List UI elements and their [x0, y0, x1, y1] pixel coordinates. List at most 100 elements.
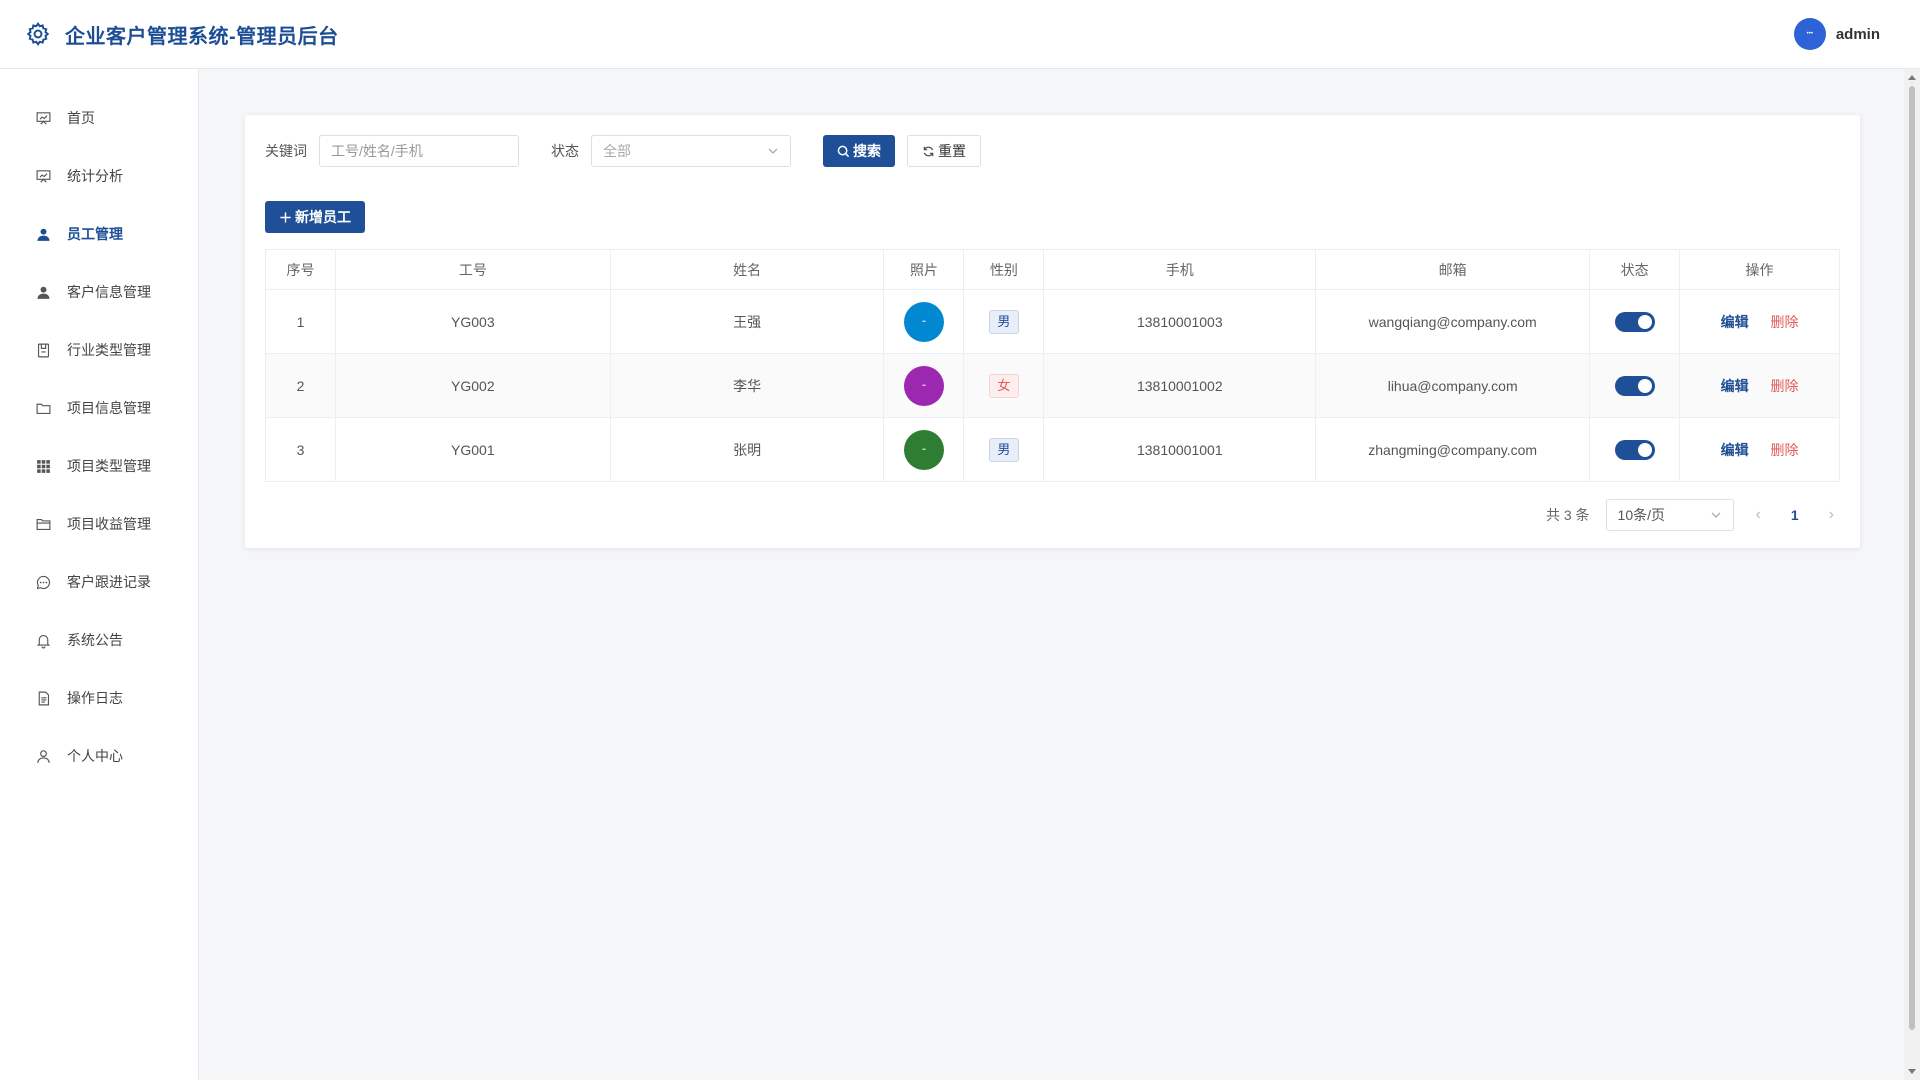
sidebar-item-label: 行业类型管理: [67, 342, 151, 358]
employee-email: zhangming@company.com: [1315, 417, 1591, 482]
employee-id: YG001: [334, 417, 611, 482]
edit-button[interactable]: 编辑: [1721, 442, 1749, 458]
sidebar-item-home[interactable]: 首页: [0, 89, 198, 147]
edit-button[interactable]: 编辑: [1721, 378, 1749, 394]
employee-id: YG002: [334, 353, 611, 418]
avatar[interactable]: •••: [1793, 18, 1826, 50]
search-button[interactable]: 搜索: [823, 135, 895, 167]
employee-phone: 13810001001: [1043, 417, 1317, 482]
sidebar-item-profile[interactable]: 个人中心: [0, 727, 198, 785]
brand: 企业客户管理系统-管理员后台: [25, 20, 339, 49]
page-number[interactable]: 1: [1783, 507, 1807, 523]
status-toggle[interactable]: [1614, 375, 1655, 396]
employee-name: 张明: [609, 417, 885, 482]
column-header: 工号: [334, 249, 611, 290]
document-icon: [38, 691, 50, 705]
reset-button[interactable]: 重置: [907, 135, 981, 167]
column-header: 状态: [1589, 249, 1681, 290]
reset-button-label: 重置: [938, 143, 966, 159]
sidebar-item-project-types[interactable]: 项目类型管理: [0, 437, 198, 495]
status-label: 状态: [551, 143, 579, 159]
prev-page-button[interactable]: ‹: [1750, 506, 1767, 524]
column-header: 序号: [265, 249, 336, 290]
column-header: 邮箱: [1315, 249, 1591, 290]
page-scrollbar[interactable]: [1904, 69, 1920, 1080]
gender-tag: 男: [988, 309, 1019, 334]
employee-name: 王强: [609, 289, 885, 354]
delete-button[interactable]: 删除: [1770, 378, 1798, 394]
column-header: 性别: [963, 249, 1045, 290]
status-select[interactable]: 全部: [591, 135, 791, 167]
employee-photo[interactable]: ••: [903, 301, 944, 342]
user-icon: [37, 228, 50, 241]
delete-button[interactable]: 删除: [1770, 442, 1798, 458]
user-icon: [37, 286, 50, 299]
table-row: 1 YG003 王强 •• 男 13810001003 wangqiang@co…: [265, 289, 1840, 354]
grid-icon: [37, 459, 50, 473]
keyword-input[interactable]: 工号/姓名/手机: [319, 135, 519, 167]
sidebar-item-projects[interactable]: 项目信息管理: [0, 379, 198, 437]
sidebar-item-operation-logs[interactable]: 操作日志: [0, 669, 198, 727]
employee-phone: 13810001003: [1043, 289, 1317, 354]
sidebar-item-label: 统计分析: [67, 168, 123, 184]
sidebar-item-customers[interactable]: 客户信息管理: [0, 263, 198, 321]
user-outline-icon: [37, 749, 50, 763]
sidebar-item-statistics[interactable]: 统计分析: [0, 147, 198, 205]
edit-button[interactable]: 编辑: [1721, 314, 1749, 330]
search-button-label: 搜索: [853, 143, 881, 159]
scroll-up-arrow[interactable]: [1908, 75, 1916, 80]
refresh-icon: [923, 146, 934, 156]
search-icon: [837, 145, 850, 157]
status-select-value: 全部: [603, 143, 631, 159]
scroll-thumb[interactable]: [1909, 86, 1915, 1030]
plus-icon: [280, 211, 291, 223]
sidebar-item-follow-ups[interactable]: 客户跟进记录: [0, 553, 198, 611]
gender-tag: 男: [988, 437, 1019, 462]
user-menu[interactable]: ••• admin: [1793, 18, 1880, 50]
sidebar-item-project-revenue[interactable]: 项目收益管理: [0, 495, 198, 553]
user-name[interactable]: admin: [1836, 26, 1880, 43]
column-header: 操作: [1679, 249, 1840, 290]
employee-email: lihua@company.com: [1315, 353, 1591, 418]
keyword-label: 关键词: [265, 143, 307, 159]
status-toggle[interactable]: [1614, 311, 1655, 332]
scroll-down-arrow[interactable]: [1908, 1069, 1916, 1074]
total-count: 共 3 条: [1545, 507, 1590, 523]
main-content: 关键词 工号/姓名/手机 状态 全部 搜索 重置 新增员工 序号 工号 姓名 照…: [199, 69, 1904, 1080]
employee-card: 关键词 工号/姓名/手机 状态 全部 搜索 重置 新增员工 序号 工号 姓名 照…: [245, 115, 1860, 548]
sidebar-item-label: 项目信息管理: [67, 400, 151, 416]
sidebar-item-industry-types[interactable]: 行业类型管理: [0, 321, 198, 379]
sidebar-item-label: 操作日志: [67, 690, 123, 706]
gear-icon: [26, 22, 50, 46]
delete-button[interactable]: 删除: [1770, 314, 1798, 330]
sidebar-item-label: 员工管理: [67, 226, 123, 242]
add-employee-label: 新增员工: [295, 209, 351, 225]
top-header: 企业客户管理系统-管理员后台 ••• admin: [0, 0, 1920, 69]
page-size-select[interactable]: 10条/页: [1605, 499, 1734, 531]
sidebar-item-label: 首页: [67, 110, 95, 126]
employee-phone: 13810001002: [1043, 353, 1317, 418]
employee-id: YG003: [334, 289, 611, 354]
column-header: 照片: [883, 249, 965, 290]
chart-board-icon: [36, 169, 51, 183]
employee-photo[interactable]: ••: [903, 429, 944, 470]
add-employee-button[interactable]: 新增员工: [265, 201, 365, 233]
next-page-button[interactable]: ›: [1823, 506, 1840, 524]
status-toggle[interactable]: [1614, 439, 1655, 460]
column-header: 姓名: [609, 249, 885, 290]
sidebar-item-label: 项目收益管理: [67, 516, 151, 532]
row-index: 2: [265, 353, 336, 418]
chat-icon: [36, 575, 51, 589]
sidebar-item-announcements[interactable]: 系统公告: [0, 611, 198, 669]
folder-icon: [36, 403, 51, 414]
employee-table: 序号 工号 姓名 照片 性别 手机 邮箱 状态 操作 1 YG003 王强 ••: [265, 249, 1840, 482]
sidebar-item-label: 客户跟进记录: [67, 574, 151, 590]
sidebar-item-employees[interactable]: 员工管理: [0, 205, 198, 263]
pagination: 共 3 条 10条/页 ‹ 1 ›: [1546, 499, 1840, 531]
sidebar-item-label: 系统公告: [67, 632, 123, 648]
sidebar-item-label: 个人中心: [67, 748, 123, 764]
page-size-value: 10条/页: [1617, 507, 1666, 523]
box-icon: [37, 343, 50, 357]
filter-bar: 关键词 工号/姓名/手机 状态 全部 搜索 重置: [265, 135, 981, 167]
employee-photo[interactable]: ••: [903, 365, 944, 406]
